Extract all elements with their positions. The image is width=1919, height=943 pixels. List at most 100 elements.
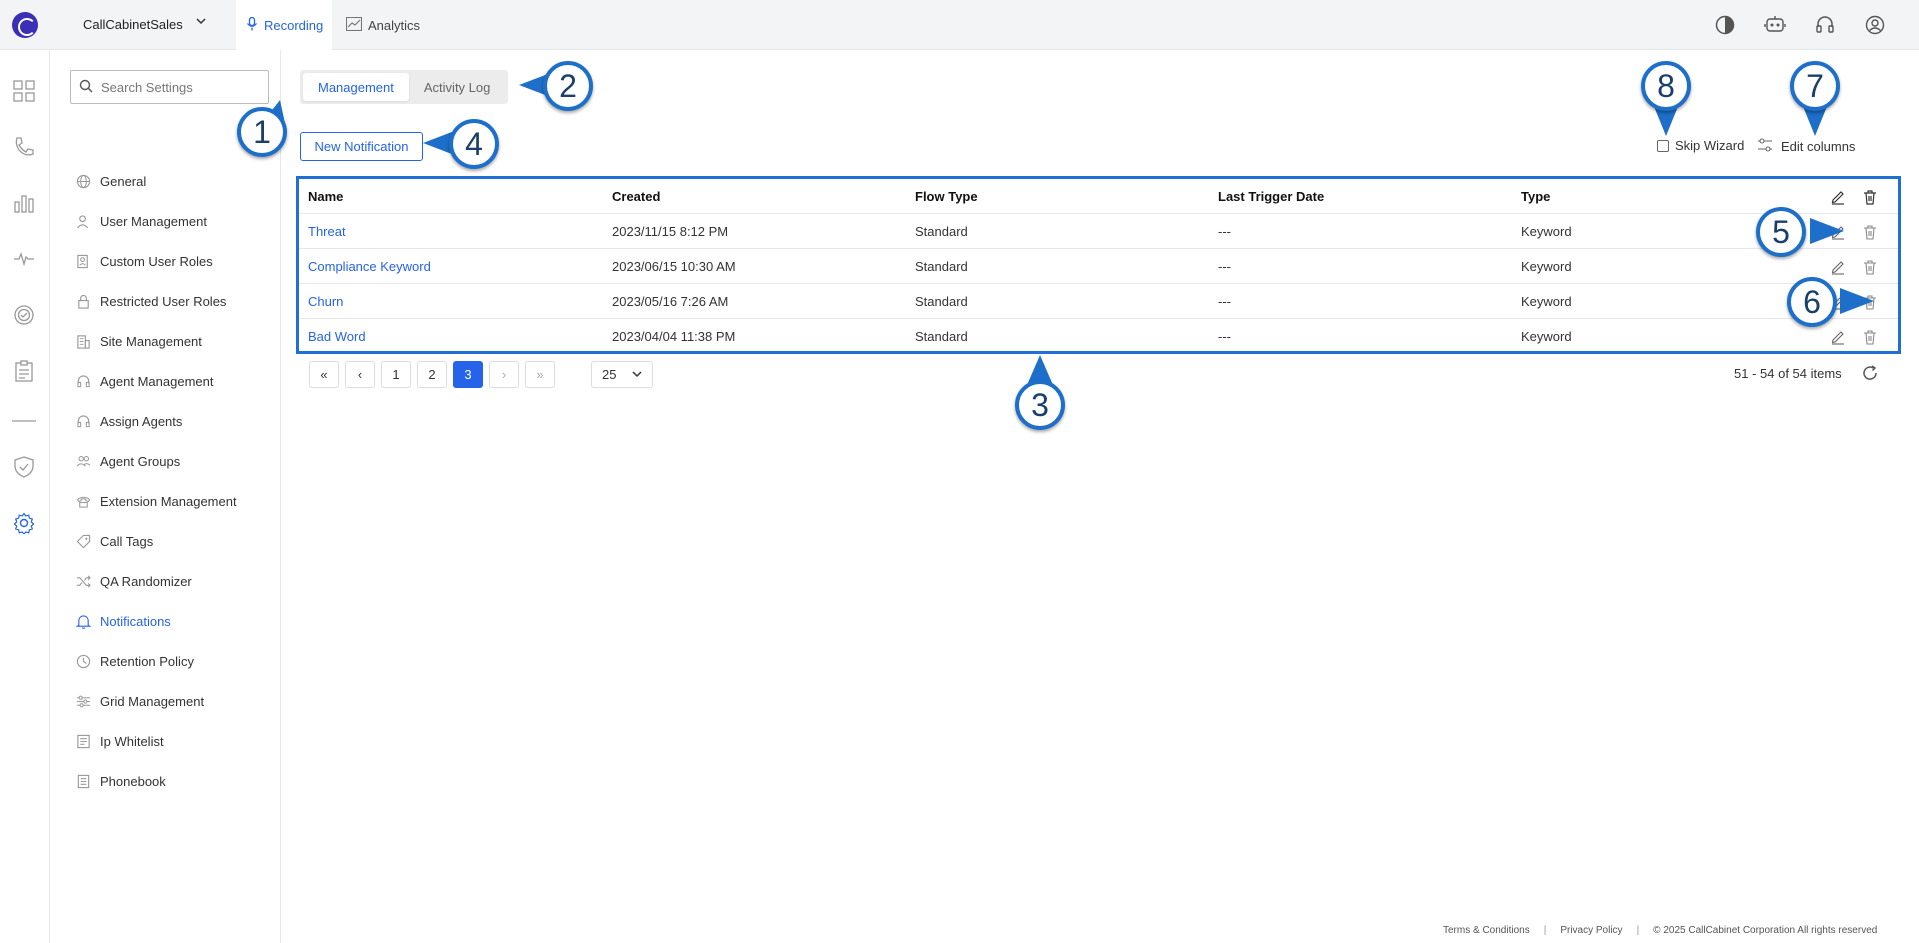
nav-tab-label: Recording bbox=[264, 17, 324, 33]
table-row[interactable]: Bad Word 2023/04/04 11:38 PM Standard --… bbox=[299, 319, 1898, 354]
sidebar-item-agent-management[interactable]: Agent Management bbox=[75, 370, 275, 392]
skip-wizard-toggle[interactable]: Skip Wizard bbox=[1657, 138, 1744, 153]
cell-type: Keyword bbox=[1521, 294, 1572, 309]
sidebar-item-site-management[interactable]: Site Management bbox=[75, 330, 275, 352]
sidebar-item-label: Call Tags bbox=[100, 533, 154, 549]
page-size-select[interactable]: 25 bbox=[591, 361, 653, 388]
sliders-icon bbox=[75, 693, 91, 709]
shield-icon[interactable] bbox=[12, 455, 36, 479]
edit-row-icon[interactable] bbox=[1830, 329, 1846, 345]
column-header-flow-type[interactable]: Flow Type bbox=[915, 179, 978, 214]
column-header-created[interactable]: Created bbox=[612, 179, 660, 214]
last-page-button[interactable]: » bbox=[525, 361, 555, 388]
top-bar: CallCabinetSales Recording Analytics bbox=[0, 0, 1919, 50]
sidebar-item-user-management[interactable]: User Management bbox=[75, 210, 275, 232]
notification-name-link[interactable]: Compliance Keyword bbox=[308, 249, 431, 284]
cell-last-trigger: --- bbox=[1218, 294, 1231, 309]
skip-wizard-checkbox[interactable] bbox=[1657, 139, 1669, 152]
bar-chart-icon[interactable] bbox=[12, 191, 36, 215]
sidebar-item-assign-agents[interactable]: Assign Agents bbox=[75, 410, 275, 432]
sidebar-item-notifications[interactable]: Notifications bbox=[75, 610, 275, 632]
headset-icon bbox=[75, 373, 91, 389]
callcabinet-logo[interactable] bbox=[12, 12, 38, 38]
sidebar-item-label: User Management bbox=[100, 213, 207, 229]
first-page-button[interactable]: « bbox=[309, 361, 339, 388]
rail-divider bbox=[12, 409, 36, 433]
sliders-icon bbox=[1757, 137, 1773, 156]
edit-columns-button[interactable]: Edit columns bbox=[1757, 137, 1855, 156]
column-header-name[interactable]: Name bbox=[308, 179, 343, 214]
sidebar-item-label: QA Randomizer bbox=[100, 573, 192, 589]
user-profile-icon[interactable] bbox=[1864, 14, 1886, 36]
search-icon bbox=[79, 79, 93, 96]
skip-wizard-label: Skip Wizard bbox=[1675, 138, 1745, 153]
callout-pointer bbox=[1810, 218, 1844, 244]
prev-page-button[interactable]: ‹ bbox=[345, 361, 375, 388]
book-icon bbox=[75, 773, 91, 789]
search-input[interactable] bbox=[101, 79, 261, 95]
pulse-icon[interactable] bbox=[12, 247, 36, 271]
sidebar-item-ip-whitelist[interactable]: Ip Whitelist bbox=[75, 730, 275, 752]
sidebar-item-restricted-user-roles[interactable]: Restricted User Roles bbox=[75, 290, 275, 312]
notification-name-link[interactable]: Churn bbox=[308, 284, 343, 319]
notification-name-link[interactable]: Threat bbox=[308, 214, 346, 249]
cell-flow-type: Standard bbox=[915, 294, 968, 309]
delete-row-icon[interactable] bbox=[1862, 259, 1878, 275]
chevron-down-icon[interactable] bbox=[196, 16, 206, 29]
sidebar-item-label: Phonebook bbox=[100, 773, 166, 789]
sidebar-item-retention-policy[interactable]: Retention Policy bbox=[75, 650, 275, 672]
edit-row-icon[interactable] bbox=[1830, 259, 1846, 275]
sidebar-item-label: Ip Whitelist bbox=[100, 733, 164, 749]
cell-last-trigger: --- bbox=[1218, 224, 1231, 239]
column-header-last-trigger-date[interactable]: Last Trigger Date bbox=[1218, 179, 1324, 214]
sidebar-item-grid-management[interactable]: Grid Management bbox=[75, 690, 275, 712]
pencil-icon[interactable] bbox=[1830, 189, 1846, 205]
contrast-icon[interactable] bbox=[1714, 14, 1736, 36]
gear-icon[interactable] bbox=[12, 511, 36, 535]
quality-check-icon[interactable] bbox=[12, 303, 36, 327]
column-header-type[interactable]: Type bbox=[1521, 179, 1550, 214]
sidebar-item-general[interactable]: General bbox=[75, 170, 275, 192]
table-row[interactable]: Threat 2023/11/15 8:12 PM Standard --- K… bbox=[299, 214, 1898, 249]
sidebar-item-label: Extension Management bbox=[100, 493, 237, 509]
page-button-3[interactable]: 3 bbox=[453, 361, 483, 388]
item-range-text: 51 - 54 of 54 items bbox=[1734, 366, 1842, 381]
delete-row-icon[interactable] bbox=[1862, 224, 1878, 240]
sidebar-item-label: Assign Agents bbox=[100, 413, 183, 429]
sidebar-item-extension-management[interactable]: Extension Management bbox=[75, 490, 275, 512]
next-page-button[interactable]: › bbox=[489, 361, 519, 388]
clock-icon bbox=[75, 653, 91, 669]
app-rail bbox=[0, 50, 50, 943]
phone-icon[interactable] bbox=[12, 135, 36, 159]
tab-activity-log[interactable]: Activity Log bbox=[409, 73, 505, 101]
nav-tab-analytics[interactable]: Analytics bbox=[336, 0, 432, 50]
sidebar-item-custom-user-roles[interactable]: Custom User Roles bbox=[75, 250, 275, 272]
privacy-link[interactable]: Privacy Policy bbox=[1560, 925, 1622, 936]
delete-row-icon[interactable] bbox=[1862, 329, 1878, 345]
refresh-icon[interactable] bbox=[1861, 364, 1879, 382]
nav-tab-recording[interactable]: Recording bbox=[236, 0, 332, 50]
lock-icon bbox=[75, 293, 91, 309]
clipboard-icon[interactable] bbox=[12, 359, 36, 383]
headset-icon[interactable] bbox=[1814, 14, 1836, 36]
workspace-selector[interactable]: CallCabinetSales bbox=[83, 17, 183, 32]
tab-management[interactable]: Management bbox=[303, 73, 409, 101]
trash-icon[interactable] bbox=[1862, 189, 1878, 205]
sidebar-item-agent-groups[interactable]: Agent Groups bbox=[75, 450, 275, 472]
search-settings[interactable] bbox=[70, 70, 269, 104]
terms-link[interactable]: Terms & Conditions bbox=[1443, 925, 1530, 936]
dashboard-icon[interactable] bbox=[12, 79, 36, 103]
support-bot-icon[interactable] bbox=[1764, 14, 1786, 36]
building-icon bbox=[75, 333, 91, 349]
sidebar-item-qa-randomizer[interactable]: QA Randomizer bbox=[75, 570, 275, 592]
new-notification-button[interactable]: New Notification bbox=[300, 132, 423, 161]
cell-flow-type: Standard bbox=[915, 224, 968, 239]
sidebar-item-call-tags[interactable]: Call Tags bbox=[75, 530, 275, 552]
notification-name-link[interactable]: Bad Word bbox=[308, 319, 366, 354]
page-button-2[interactable]: 2 bbox=[417, 361, 447, 388]
copyright-text: © 2025 CallCabinet Corporation All right… bbox=[1653, 925, 1878, 936]
sidebar-item-phonebook[interactable]: Phonebook bbox=[75, 770, 275, 792]
page-button-1[interactable]: 1 bbox=[381, 361, 411, 388]
table-row[interactable]: Churn 2023/05/16 7:26 AM Standard --- Ke… bbox=[299, 284, 1898, 319]
table-row[interactable]: Compliance Keyword 2023/06/15 10:30 AM S… bbox=[299, 249, 1898, 284]
